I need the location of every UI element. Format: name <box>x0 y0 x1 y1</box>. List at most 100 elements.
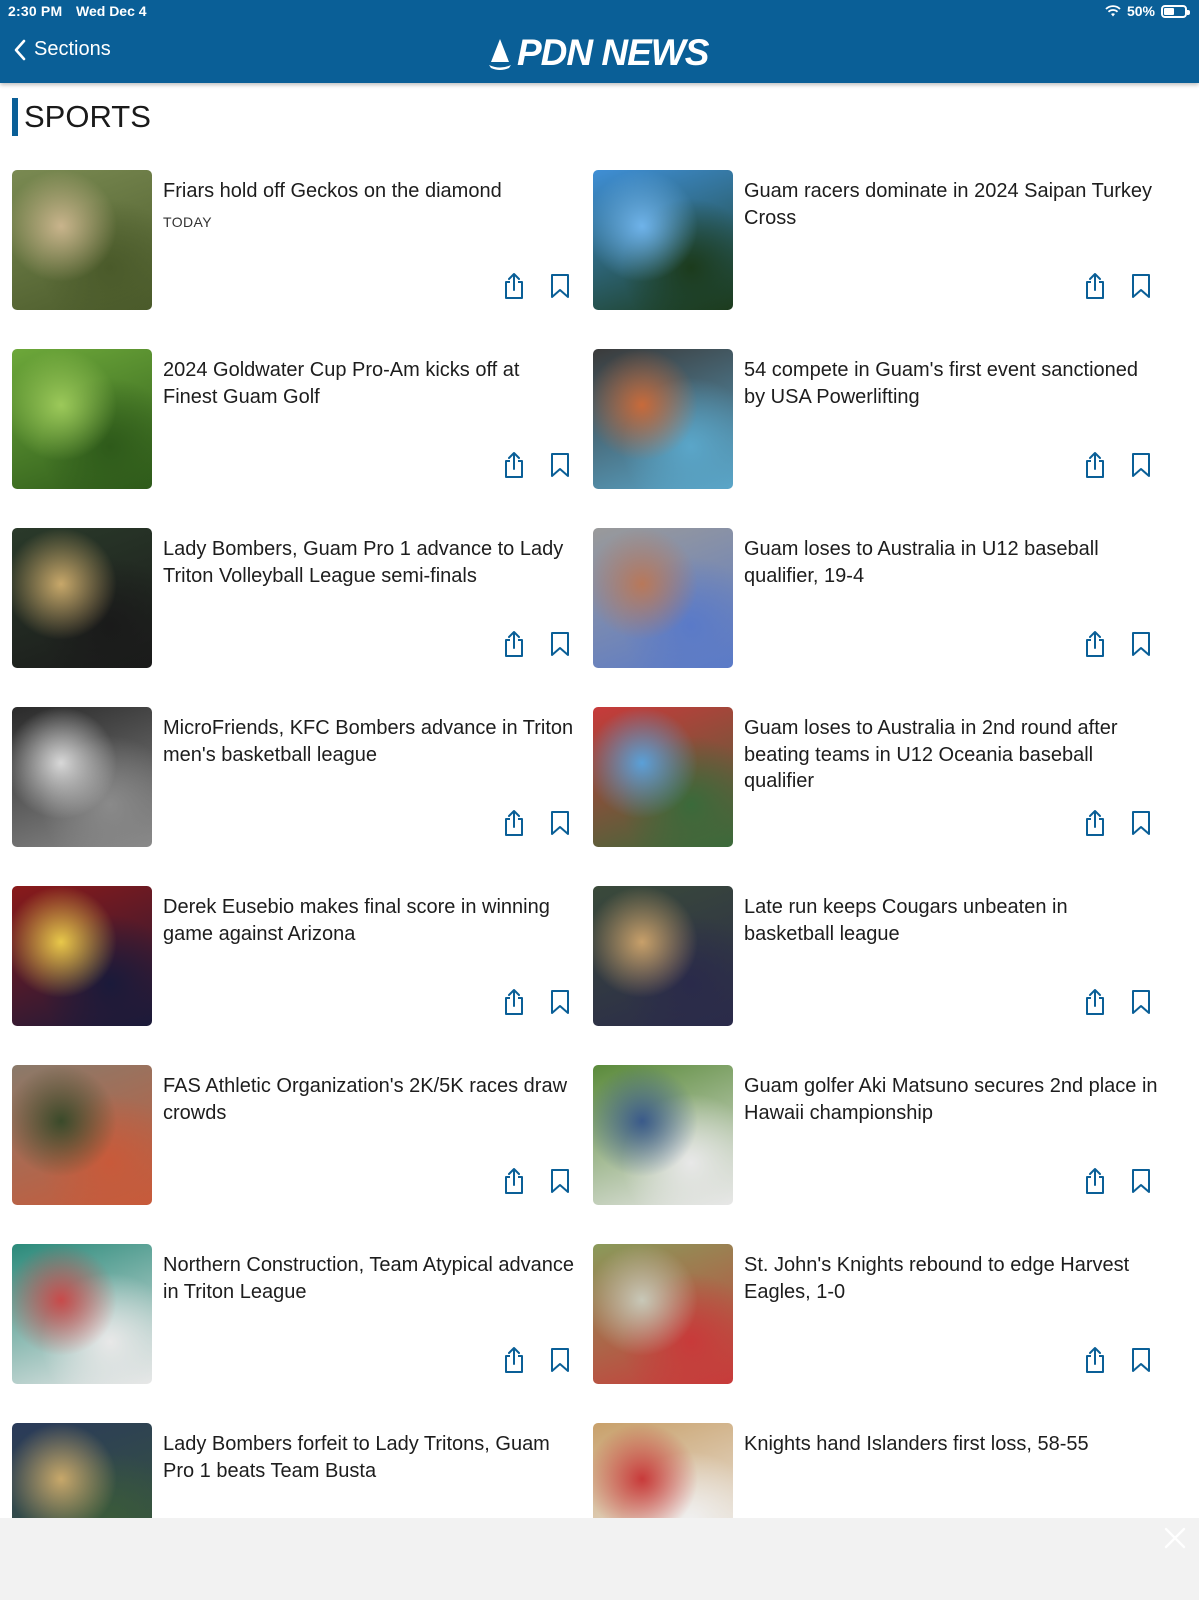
close-icon[interactable] <box>1163 1526 1187 1550</box>
back-button[interactable]: Sections <box>14 38 111 61</box>
battery-percent: 50% <box>1126 3 1155 19</box>
battery-icon <box>1161 4 1190 18</box>
article-actions <box>502 1167 572 1195</box>
article-title[interactable]: Friars hold off Geckos on the diamond <box>163 178 578 205</box>
article-card[interactable]: Late run keeps Cougars unbeaten in baske… <box>593 886 1163 1026</box>
article-thumbnail[interactable] <box>593 707 733 847</box>
wifi-icon <box>1105 5 1121 17</box>
logo-text: PDN NEWS <box>517 32 709 73</box>
bookmark-icon[interactable] <box>1129 809 1153 837</box>
article-card[interactable]: 54 compete in Guam's first event sanctio… <box>593 349 1163 489</box>
article-card[interactable]: Guam loses to Australia in 2nd round aft… <box>593 707 1163 847</box>
top-bar: 2:30 PM Wed Dec 4 50% Sections PDN NEWS <box>0 0 1199 83</box>
article-card[interactable]: Guam loses to Australia in U12 baseball … <box>593 528 1163 668</box>
article-thumbnail[interactable] <box>593 349 733 489</box>
article-actions <box>502 1346 572 1374</box>
article-thumbnail[interactable] <box>12 349 152 489</box>
bookmark-icon[interactable] <box>1129 1167 1153 1195</box>
article-title[interactable]: Knights hand Islanders first loss, 58-55 <box>744 1431 1159 1458</box>
article-card[interactable]: Guam racers dominate in 2024 Saipan Turk… <box>593 170 1163 310</box>
bookmark-icon[interactable] <box>1129 1346 1153 1374</box>
share-icon[interactable] <box>502 1346 526 1374</box>
share-icon[interactable] <box>502 630 526 658</box>
share-icon[interactable] <box>1083 988 1107 1016</box>
article-title[interactable]: 54 compete in Guam's first event sanctio… <box>744 357 1159 410</box>
article-card[interactable]: Lady Bombers, Guam Pro 1 advance to Lady… <box>12 528 582 668</box>
article-title[interactable]: Guam racers dominate in 2024 Saipan Turk… <box>744 178 1159 231</box>
sailboat-logo-icon <box>489 39 511 70</box>
chevron-left-icon <box>14 39 26 60</box>
article-title[interactable]: FAS Athletic Organization's 2K/5K races … <box>163 1073 578 1126</box>
ad-banner <box>0 1518 1199 1600</box>
article-thumbnail[interactable] <box>593 1065 733 1205</box>
bookmark-icon[interactable] <box>1129 451 1153 479</box>
article-actions <box>502 809 572 837</box>
article-actions <box>502 451 572 479</box>
article-thumbnail[interactable] <box>12 886 152 1026</box>
app-logo: PDN NEWS <box>487 32 709 74</box>
status-indicators: 50% <box>1105 3 1190 19</box>
article-card[interactable]: Friars hold off Geckos on the diamond TOD… <box>12 170 582 310</box>
share-icon[interactable] <box>502 272 526 300</box>
share-icon[interactable] <box>1083 630 1107 658</box>
bookmark-icon[interactable] <box>548 988 572 1016</box>
article-title[interactable]: Derek Eusebio makes final score in winni… <box>163 894 578 947</box>
bookmark-icon[interactable] <box>548 451 572 479</box>
article-actions <box>1083 988 1153 1016</box>
bookmark-icon[interactable] <box>1129 988 1153 1016</box>
article-title[interactable]: Lady Bombers forfeit to Lady Tritons, Gu… <box>163 1431 578 1484</box>
share-icon[interactable] <box>1083 1346 1107 1374</box>
article-thumbnail[interactable] <box>12 528 152 668</box>
article-card[interactable]: Guam golfer Aki Matsuno secures 2nd plac… <box>593 1065 1163 1205</box>
article-card[interactable]: St. John's Knights rebound to edge Harve… <box>593 1244 1163 1384</box>
article-title[interactable]: Lady Bombers, Guam Pro 1 advance to Lady… <box>163 536 578 589</box>
article-actions <box>1083 1167 1153 1195</box>
article-title[interactable]: Guam loses to Australia in U12 baseball … <box>744 536 1159 589</box>
article-actions <box>1083 451 1153 479</box>
bookmark-icon[interactable] <box>1129 272 1153 300</box>
bookmark-icon[interactable] <box>1129 630 1153 658</box>
article-card[interactable]: FAS Athletic Organization's 2K/5K races … <box>12 1065 582 1205</box>
article-thumbnail[interactable] <box>12 707 152 847</box>
article-card[interactable]: 2024 Goldwater Cup Pro-Am kicks off at F… <box>12 349 582 489</box>
bookmark-icon[interactable] <box>548 630 572 658</box>
article-title[interactable]: Late run keeps Cougars unbeaten in baske… <box>744 894 1159 947</box>
article-actions <box>1083 630 1153 658</box>
article-thumbnail[interactable] <box>12 1065 152 1205</box>
article-actions <box>1083 809 1153 837</box>
article-thumbnail[interactable] <box>593 1244 733 1384</box>
article-card[interactable]: Northern Construction, Team Atypical adv… <box>12 1244 582 1384</box>
share-icon[interactable] <box>1083 1167 1107 1195</box>
article-thumbnail[interactable] <box>593 528 733 668</box>
article-title[interactable]: Northern Construction, Team Atypical adv… <box>163 1252 578 1305</box>
article-title[interactable]: Guam golfer Aki Matsuno secures 2nd plac… <box>744 1073 1159 1126</box>
share-icon[interactable] <box>502 1167 526 1195</box>
share-icon[interactable] <box>1083 272 1107 300</box>
share-icon[interactable] <box>502 988 526 1016</box>
article-title[interactable]: Guam loses to Australia in 2nd round aft… <box>744 715 1159 795</box>
article-actions <box>502 272 572 300</box>
share-icon[interactable] <box>1083 451 1107 479</box>
back-label: Sections <box>34 38 111 60</box>
section-title: SPORTS <box>12 98 151 136</box>
bookmark-icon[interactable] <box>548 272 572 300</box>
share-icon[interactable] <box>502 451 526 479</box>
article-thumbnail[interactable] <box>12 1244 152 1384</box>
article-thumbnail[interactable] <box>12 170 152 310</box>
article-title[interactable]: 2024 Goldwater Cup Pro-Am kicks off at F… <box>163 357 578 410</box>
article-date: TODAY <box>163 214 212 230</box>
article-card[interactable]: MicroFriends, KFC Bombers advance in Tri… <box>12 707 582 847</box>
article-thumbnail[interactable] <box>593 170 733 310</box>
article-thumbnail[interactable] <box>593 886 733 1026</box>
status-date: Wed Dec 4 <box>76 3 147 19</box>
bookmark-icon[interactable] <box>548 1346 572 1374</box>
bookmark-icon[interactable] <box>548 809 572 837</box>
article-actions <box>1083 272 1153 300</box>
article-title[interactable]: MicroFriends, KFC Bombers advance in Tri… <box>163 715 578 768</box>
bookmark-icon[interactable] <box>548 1167 572 1195</box>
article-title[interactable]: St. John's Knights rebound to edge Harve… <box>744 1252 1159 1305</box>
share-icon[interactable] <box>1083 809 1107 837</box>
article-card[interactable]: Derek Eusebio makes final score in winni… <box>12 886 582 1026</box>
share-icon[interactable] <box>502 809 526 837</box>
article-actions <box>1083 1346 1153 1374</box>
